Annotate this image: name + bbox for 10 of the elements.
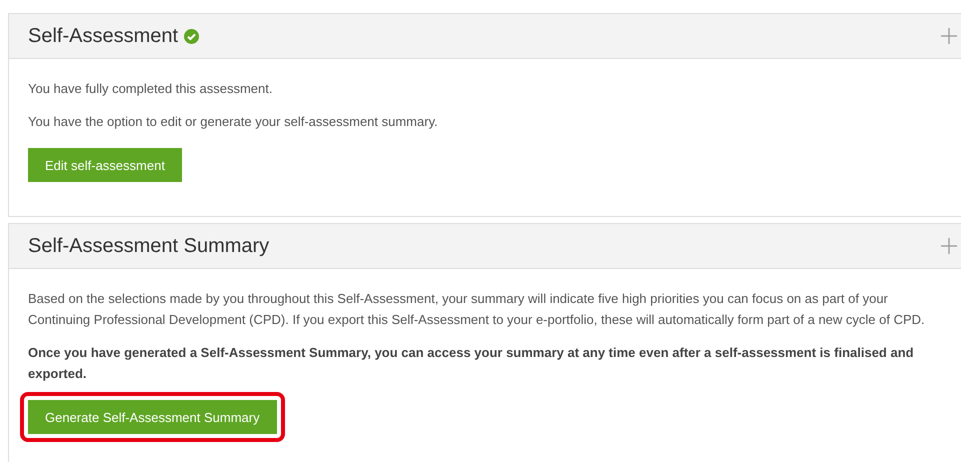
body-text: Once you have generated a Self-Assessment Summary, you can access your summary at any time even after a self-assessment is finalised and exported. — [28, 344, 915, 383]
body-text: You have fully completed this assessment. — [28, 80, 274, 98]
body-text: Based on the selections made by you throughout this Self-Assessment, your summary will indicate five high priorities you can focus on as part of your Continuing Professional Development (CPD). If you export this Self-Assessment to your e-portfolio, these will automatically form part of a new cycle of CPD. — [28, 290, 926, 329]
plus-icon[interactable] — [941, 28, 957, 44]
plus-icon[interactable] — [941, 238, 957, 254]
panel-header[interactable]: Self-Assessment — [9, 14, 961, 59]
panel-title: Self-Assessment Summary — [28, 234, 270, 258]
panel-header[interactable]: Self-Assessment Summary — [9, 224, 961, 269]
body-text: You have the option to edit or generate your self-assessment summary. — [28, 113, 439, 131]
panel-title: Self-Assessment — [28, 24, 178, 48]
